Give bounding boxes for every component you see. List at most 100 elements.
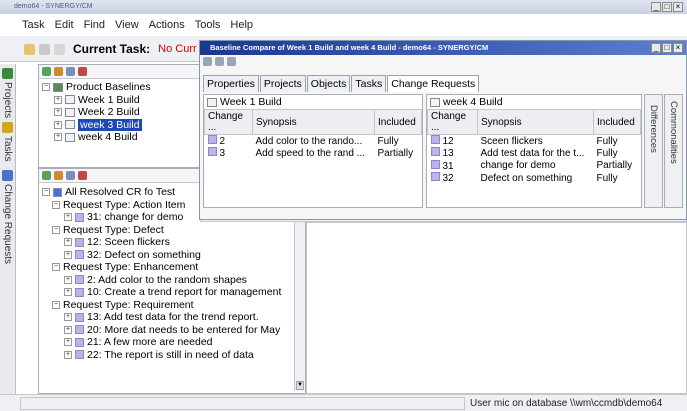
cr-group[interactable]: − Request Type: Requirement xyxy=(42,299,305,312)
expand-icon[interactable]: + xyxy=(64,325,72,334)
expand-icon[interactable]: + xyxy=(64,338,72,347)
filter-icon[interactable] xyxy=(54,67,63,76)
change-requests-icon xyxy=(2,170,13,181)
collapse-icon[interactable]: − xyxy=(42,188,50,197)
tab-tasks[interactable]: Tasks xyxy=(2,136,13,162)
swap-icon[interactable] xyxy=(215,57,224,66)
tab-differences[interactable]: Differences xyxy=(644,94,663,208)
baseline-folder-icon xyxy=(53,82,63,92)
compare-icon[interactable] xyxy=(203,57,212,66)
tab-projects[interactable]: Projects xyxy=(259,75,306,92)
cr-item[interactable]: +13: Add test data for the trend report. xyxy=(42,311,305,324)
table-row[interactable]: 2 Add color to the rando... Fully xyxy=(205,135,422,147)
menu-actions[interactable]: Actions xyxy=(149,16,185,34)
task-icon[interactable] xyxy=(24,43,35,55)
tab-commonalities[interactable]: Commonalities xyxy=(664,94,683,208)
dialog-close-button[interactable]: × xyxy=(673,43,683,53)
expand-icon[interactable]: + xyxy=(54,133,62,142)
cr-item[interactable]: +2: Add color to the random shapes xyxy=(42,274,305,287)
change-request-icon xyxy=(75,287,84,297)
baselines-toolbar xyxy=(39,65,199,79)
expand-icon[interactable]: + xyxy=(54,95,62,104)
cr-item[interactable]: +22: The report is still in need of data xyxy=(42,349,305,362)
current-task-value[interactable]: No Curr xyxy=(158,43,197,55)
cr-item[interactable]: +20: More dat needs to be entered for Ma… xyxy=(42,324,305,337)
table-row[interactable]: 32 Defect on something Fully xyxy=(428,172,641,185)
tab-projects[interactable]: Projects xyxy=(2,82,13,118)
menu-find[interactable]: Find xyxy=(84,16,105,34)
dialog-maximize-button[interactable]: □ xyxy=(662,43,672,53)
refresh-icon[interactable] xyxy=(42,67,51,76)
tab-properties[interactable]: Properties xyxy=(203,75,259,92)
filter-icon[interactable] xyxy=(54,171,63,180)
collapse-icon[interactable]: − xyxy=(52,200,60,209)
expand-icon[interactable]: + xyxy=(54,120,62,129)
complete-task-icon[interactable] xyxy=(39,43,50,55)
baseline-item[interactable]: + Week 1 Build xyxy=(42,94,199,107)
expand-icon[interactable]: + xyxy=(64,275,72,284)
collapse-icon[interactable]: − xyxy=(52,225,60,234)
collapse-icon[interactable]: − xyxy=(52,263,60,272)
close-button[interactable]: × xyxy=(673,2,683,12)
col-synopsis[interactable]: Synopsis xyxy=(477,109,594,135)
cr-group[interactable]: − Request Type: Defect xyxy=(42,224,305,237)
tab-tasks[interactable]: Tasks xyxy=(351,75,387,92)
options-icon[interactable] xyxy=(227,57,236,66)
cr-item[interactable]: +10: Create a trend report for managemen… xyxy=(42,286,305,299)
maximize-button[interactable]: □ xyxy=(662,2,672,12)
cr-item[interactable]: +12: Sceen flickers xyxy=(42,236,305,249)
expand-icon[interactable]: + xyxy=(64,238,72,247)
menu-help[interactable]: Help xyxy=(230,16,253,34)
tab-objects[interactable]: Objects xyxy=(306,75,351,92)
baselines-root[interactable]: − Product Baselines xyxy=(42,81,199,94)
baseline-label: Week 1 Build xyxy=(78,93,140,106)
baseline-item[interactable]: + Week 2 Build xyxy=(42,106,199,119)
baseline-item[interactable]: + week 4 Build xyxy=(42,131,199,144)
stop-icon[interactable] xyxy=(78,171,87,180)
table-row[interactable]: 13 Add test data for the t... Fully xyxy=(428,147,641,160)
expand-icon[interactable]: + xyxy=(64,313,72,322)
baseline-item-selected[interactable]: + week 3 Build xyxy=(42,118,199,131)
col-synopsis[interactable]: Synopsis xyxy=(252,109,375,135)
menu-tools[interactable]: Tools xyxy=(195,16,221,34)
baseline-icon xyxy=(65,95,75,105)
table-row[interactable]: 3 Add speed to the rand ... Partially xyxy=(205,147,422,160)
stop-icon[interactable] xyxy=(78,67,87,76)
expand-icon[interactable]: + xyxy=(64,350,72,359)
expand-icon[interactable]: + xyxy=(54,108,62,117)
collapse-icon[interactable]: − xyxy=(42,83,50,92)
right-grid-header: week 4 Build xyxy=(427,95,641,109)
change-request-icon xyxy=(207,147,217,157)
table-row[interactable]: 31 change for demo Partially xyxy=(428,159,641,173)
find-icon[interactable] xyxy=(66,67,75,76)
col-included[interactable]: Included xyxy=(374,109,422,135)
table-row[interactable]: 12 Sceen flickers Fully xyxy=(428,135,641,147)
status-text: User mic on database \\wm\ccmdb\demo64 xyxy=(470,398,663,409)
cr-item-label: 10: Create a trend report for management xyxy=(87,286,282,298)
refresh-icon[interactable] xyxy=(42,171,51,180)
tab-change-requests[interactable]: Change Requests xyxy=(387,75,480,92)
cr-item[interactable]: +32: Defect on something xyxy=(42,249,305,262)
cr-group-label: Request Type: Enhancement xyxy=(63,261,199,273)
expand-icon[interactable]: + xyxy=(64,213,72,222)
menu-task[interactable]: Task xyxy=(22,16,45,34)
baselines-panel: − Product Baselines + Week 1 Build + Week 2… xyxy=(38,64,200,168)
col-change[interactable]: Change ... xyxy=(204,109,253,135)
cr-root-label: All Resolved CR fo Test xyxy=(65,186,176,198)
collapse-icon[interactable]: − xyxy=(52,300,60,309)
menu-edit[interactable]: Edit xyxy=(55,16,74,34)
menu-view[interactable]: View xyxy=(115,16,139,34)
cr-item[interactable]: +21: A few more are needed xyxy=(42,336,305,349)
minimize-button[interactable]: _ xyxy=(651,2,661,12)
find-icon[interactable] xyxy=(66,171,75,180)
col-change[interactable]: Change ... xyxy=(427,109,478,135)
tab-change-requests[interactable]: Change Requests xyxy=(2,184,13,264)
col-included[interactable]: Included xyxy=(593,109,641,135)
expand-icon[interactable]: + xyxy=(64,250,72,259)
task-list-icon[interactable] xyxy=(54,43,65,55)
dialog-minimize-button[interactable]: _ xyxy=(651,43,661,53)
scroll-down-arrow-icon[interactable]: ▼ xyxy=(296,381,304,390)
cr-group[interactable]: − Request Type: Enhancement xyxy=(42,261,305,274)
baselines-tree: − Product Baselines + Week 1 Build + Week 2… xyxy=(39,79,199,167)
expand-icon[interactable]: + xyxy=(64,288,72,297)
